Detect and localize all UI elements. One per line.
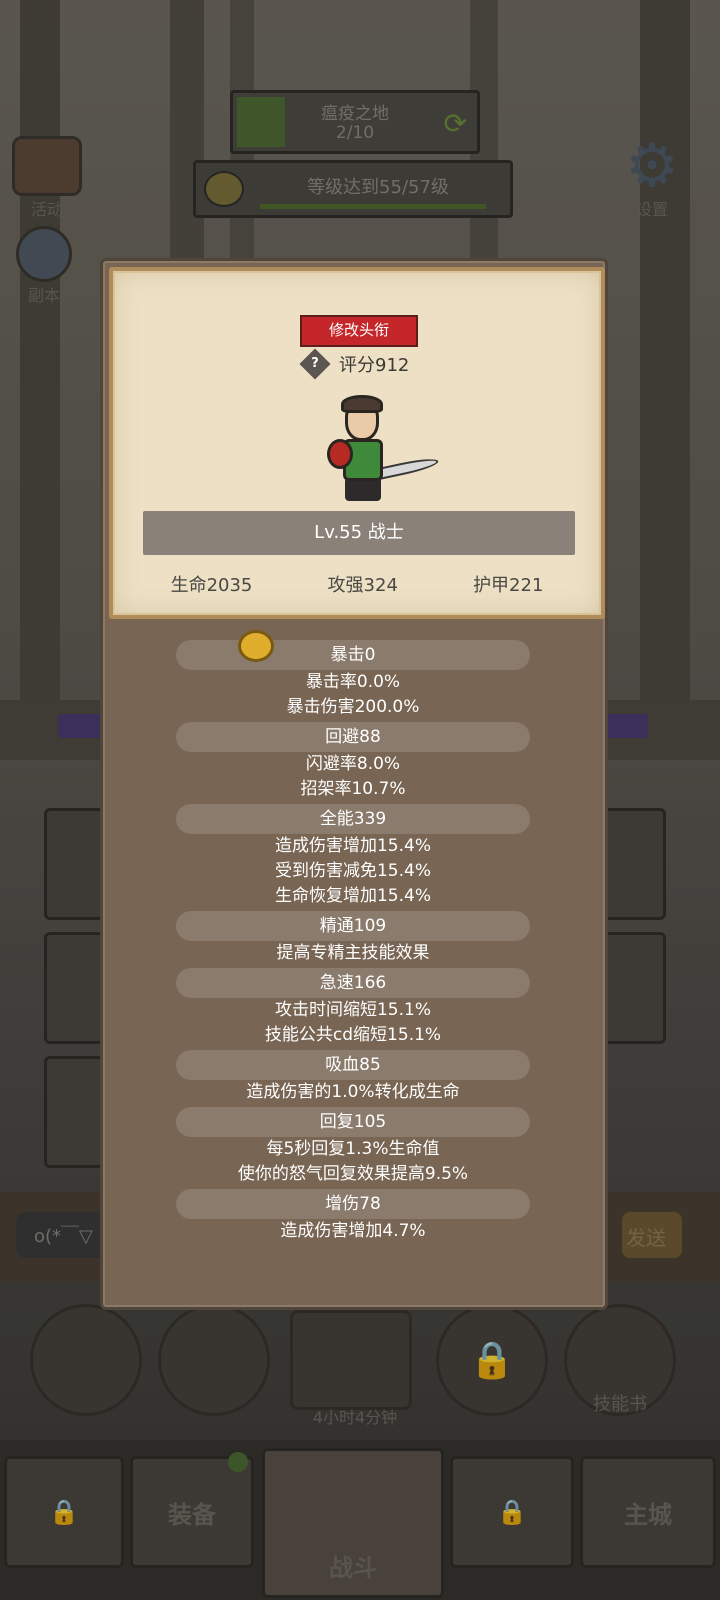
attr-line: 暴击率0.0% — [305, 672, 401, 692]
attr-line: 使你的怒气回复效果提高9.5% — [237, 1164, 469, 1184]
attr-regen: 回复105 — [176, 1107, 530, 1137]
attr-line: 攻击时间缩短15.1% — [274, 1000, 431, 1020]
attr-lifesteal: 吸血85 — [176, 1050, 530, 1080]
attr-line: 每5秒回复1.3%生命值 — [266, 1139, 440, 1159]
attribute-list: 暴击0 暴击率0.0% 暴击伤害200.0% 回避88 闪避率8.0% 招架率1… — [176, 638, 530, 1244]
stat-health: 生命2035 — [170, 575, 253, 596]
stat-attack-power: 攻强324 — [327, 575, 398, 596]
basic-stats: 生命2035 攻强324 护甲221 — [113, 571, 601, 597]
attr-line: 受到伤害减免15.4% — [274, 861, 431, 881]
attr-avoidance: 回避88 — [176, 722, 530, 752]
attr-line: 生命恢复增加15.4% — [274, 886, 431, 906]
character-card: 修改头衔 ? 评分912 Lv.55 战士 生命2035 攻强324 护甲221 — [109, 267, 605, 619]
attr-line: 暴击伤害200.0% — [286, 697, 420, 717]
attr-haste: 急速166 — [176, 968, 530, 998]
attr-crit: 暴击0 — [176, 640, 530, 670]
level-class-label: Lv.55 战士 — [143, 511, 575, 555]
attr-line: 造成伤害增加15.4% — [274, 836, 431, 856]
score-value: 评分912 — [339, 355, 410, 376]
attr-line: 招架率10.7% — [300, 779, 406, 799]
change-title-button[interactable]: 修改头衔 — [300, 315, 418, 347]
stat-armor: 护甲221 — [473, 575, 544, 596]
attr-line: 闪避率8.0% — [305, 754, 401, 774]
warrior-avatar — [319, 393, 440, 503]
coin-icon — [238, 630, 274, 662]
attr-line: 技能公共cd缩短15.1% — [264, 1025, 442, 1045]
attr-line: 造成伤害的1.0%转化成生命 — [246, 1082, 460, 1102]
attr-line: 提高专精主技能效果 — [276, 943, 430, 963]
attr-versatility: 全能339 — [176, 804, 530, 834]
attr-line: 造成伤害增加4.7% — [280, 1221, 426, 1241]
attr-mastery: 精通109 — [176, 911, 530, 941]
attr-damage-bonus: 增伤78 — [176, 1189, 530, 1219]
help-icon[interactable]: ? — [299, 348, 331, 380]
